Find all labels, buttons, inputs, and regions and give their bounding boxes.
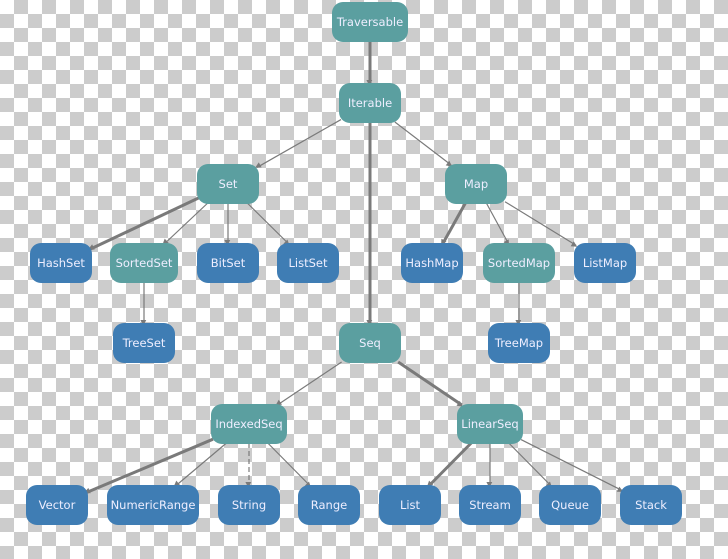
node-treeset: TreeSet xyxy=(113,323,175,363)
edge-linearseq-queue xyxy=(508,442,553,488)
edge-set-listset xyxy=(246,202,290,246)
edge-map-sortedmap xyxy=(485,202,510,246)
edge-seq-linearseq xyxy=(397,360,463,407)
edge-iterable-map xyxy=(394,121,453,167)
node-map: Map xyxy=(445,164,507,204)
edge-set-hashset xyxy=(88,196,200,251)
node-string: String xyxy=(218,485,280,525)
node-range: Range xyxy=(298,485,360,525)
node-sortedset: SortedSet xyxy=(110,243,178,283)
edge-indexedseq-numericrange xyxy=(173,442,227,487)
node-indexedseq: IndexedSeq xyxy=(211,404,287,444)
edge-iterable-set xyxy=(255,119,342,168)
node-queue: Queue xyxy=(539,485,601,525)
node-iterable: Iterable xyxy=(339,83,401,123)
node-seq: Seq xyxy=(339,323,401,363)
node-linearseq: LinearSeq xyxy=(457,404,523,444)
node-listset: ListSet xyxy=(277,243,339,283)
edge-linearseq-stack xyxy=(520,439,624,492)
node-treemap: TreeMap xyxy=(488,323,550,363)
node-vector: Vector xyxy=(26,485,88,525)
node-numericrange: NumericRange xyxy=(107,485,199,525)
edge-indexedseq-range xyxy=(267,442,312,488)
edge-map-listmap xyxy=(504,201,578,247)
edge-map-hashmap xyxy=(441,202,467,246)
node-listmap: ListMap xyxy=(574,243,636,283)
node-stream: Stream xyxy=(459,485,521,525)
node-sortedmap: SortedMap xyxy=(483,243,555,283)
node-hashmap: HashMap xyxy=(401,243,463,283)
edge-set-sortedset xyxy=(162,202,209,245)
node-stack: Stack xyxy=(620,485,682,525)
edge-seq-indexedseq xyxy=(275,361,342,406)
node-bitset: BitSet xyxy=(197,243,259,283)
node-hashset: HashSet xyxy=(30,243,92,283)
node-traversable: Traversable xyxy=(332,2,408,42)
node-list: List xyxy=(379,485,441,525)
node-set: Set xyxy=(197,164,259,204)
edge-linearseq-list xyxy=(427,441,473,488)
